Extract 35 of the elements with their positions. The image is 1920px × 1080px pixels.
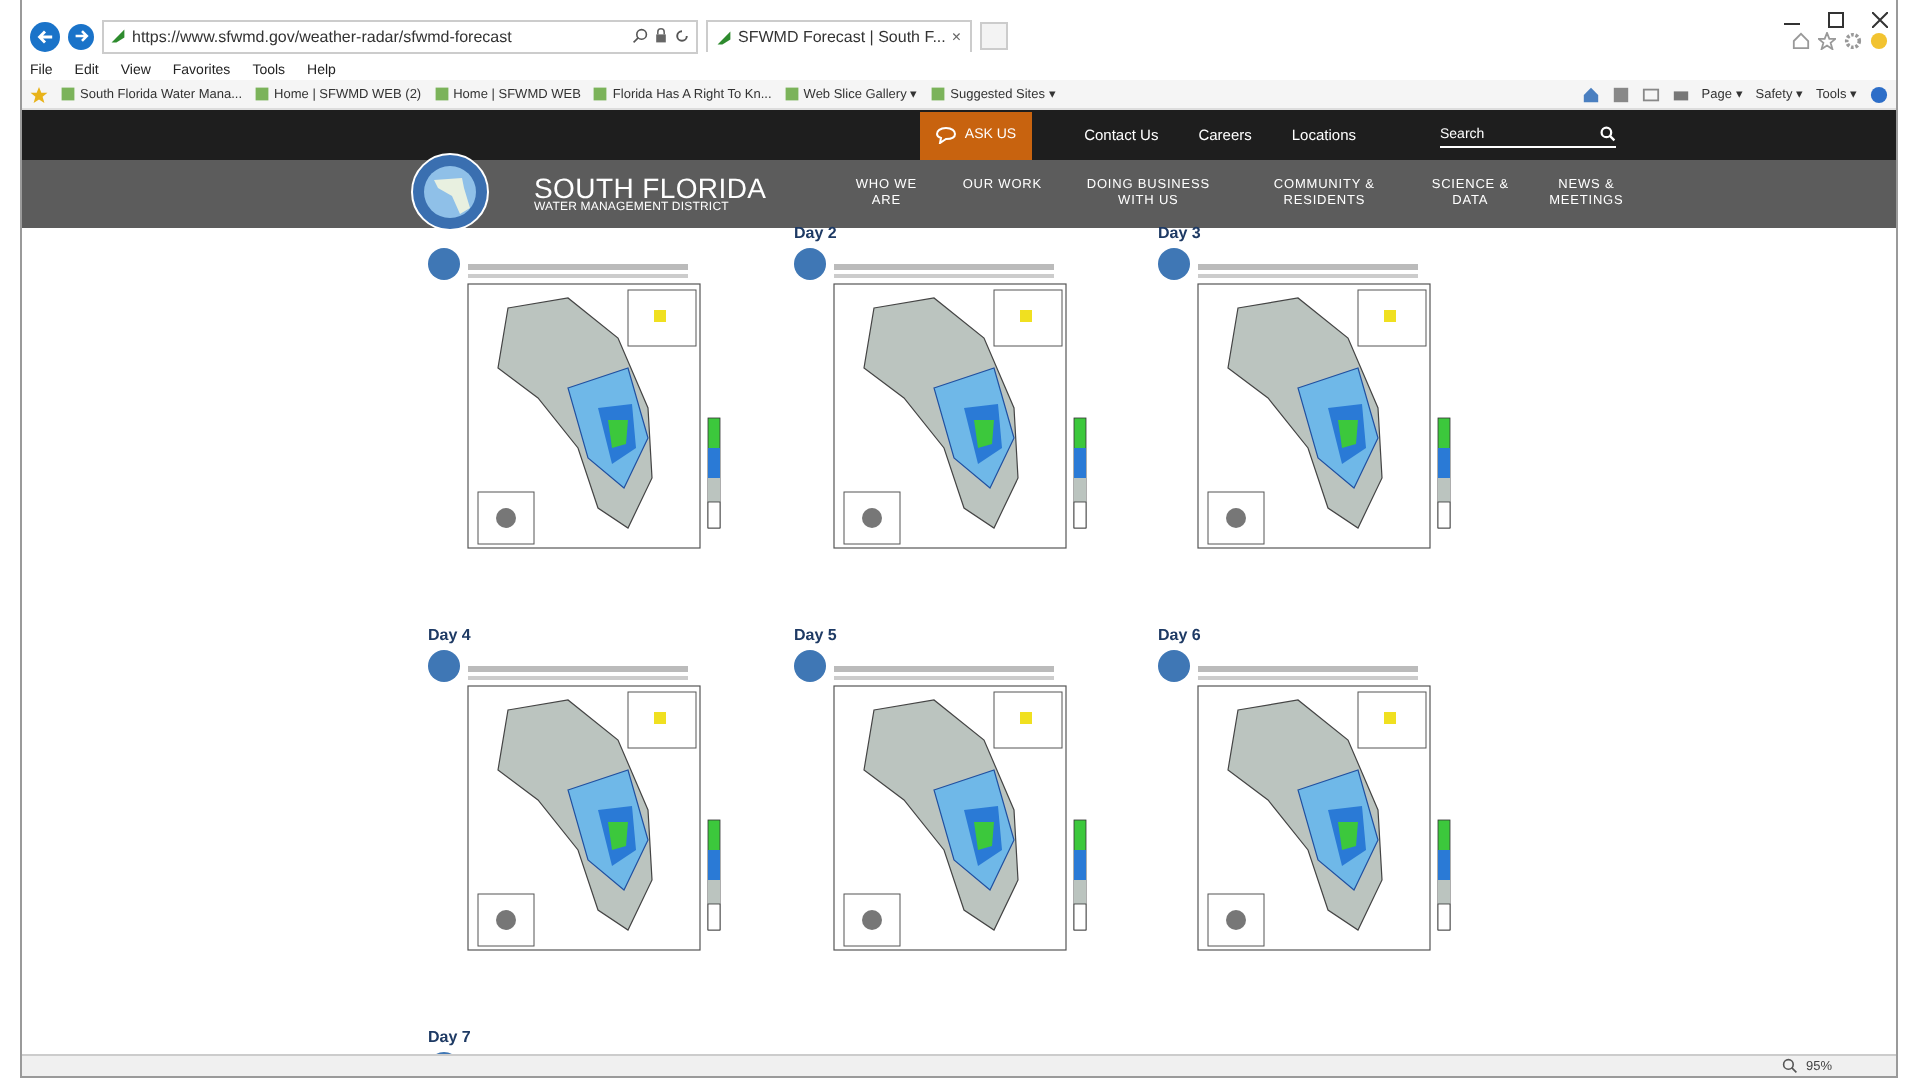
close-icon[interactable] (1872, 11, 1888, 27)
refresh-icon[interactable] (674, 28, 690, 44)
page-icon (254, 86, 271, 102)
page-icon (60, 86, 76, 102)
browser-tab[interactable]: SFWMD Forecast | South F... × (706, 20, 972, 52)
zoom-icon (1781, 1058, 1798, 1074)
address-bar[interactable]: https://www.sfwmd.gov/weather-radar/sfwmd-forecast (102, 19, 698, 53)
lock-icon (654, 28, 668, 44)
back-arrow-icon (36, 27, 54, 45)
site-icon (716, 29, 732, 45)
forward-arrow-icon (73, 28, 89, 44)
home-icon[interactable] (1581, 85, 1600, 103)
page-icon (592, 86, 609, 102)
site-icon (110, 28, 126, 44)
mail-icon[interactable] (1641, 85, 1660, 103)
brand-title: SOUTH FLORIDA (534, 174, 767, 202)
close-tab-button[interactable]: × (951, 28, 962, 46)
search-icon[interactable] (632, 28, 648, 44)
day-label: Day 4 (428, 626, 473, 646)
day-label: Day 2 (794, 224, 839, 244)
day-label: Day 3 (1158, 224, 1203, 244)
page-icon (433, 86, 450, 102)
favorites-star-icon[interactable] (30, 85, 48, 103)
day-label: Day 6 (1158, 626, 1203, 646)
day-label: Day 7 (428, 1028, 473, 1048)
district-seal-logo[interactable] (410, 152, 490, 232)
forward-button[interactable] (68, 23, 94, 49)
speech-bubble-icon (936, 126, 957, 144)
star-icon[interactable] (1818, 31, 1836, 49)
back-button[interactable] (30, 21, 60, 51)
search-icon[interactable] (1600, 126, 1616, 142)
maximize-icon[interactable] (1828, 11, 1844, 27)
page-icon (930, 86, 947, 102)
page-icon (783, 86, 800, 102)
day-label: Day 5 (794, 626, 839, 646)
